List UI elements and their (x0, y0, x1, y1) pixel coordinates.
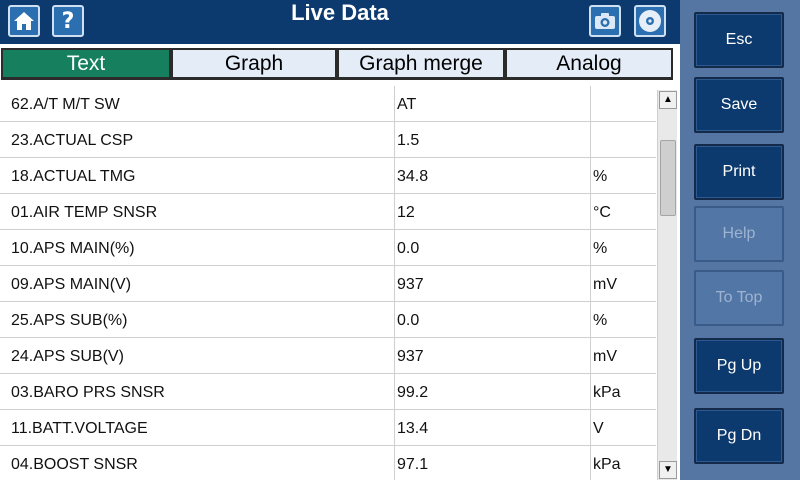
param-value: 937 (394, 338, 590, 374)
param-unit: kPa (590, 446, 656, 480)
param-value: 12 (394, 194, 590, 230)
scroll-down-icon[interactable]: ▼ (659, 461, 677, 479)
tab-analog[interactable]: Analog (505, 48, 673, 80)
table-row[interactable]: 10.APS MAIN(%) 0.0 % (0, 230, 656, 266)
param-value: 97.1 (394, 446, 590, 480)
param-unit (590, 86, 656, 122)
param-value: 937 (394, 266, 590, 302)
page-title: Live Data (291, 0, 389, 25)
scroll-up-icon[interactable]: ▲ (659, 91, 677, 109)
param-unit: °C (590, 194, 656, 230)
scrollbar-thumb[interactable] (660, 140, 676, 216)
table-row[interactable]: 04.BOOST SNSR 97.1 kPa (0, 446, 656, 480)
param-value: 1.5 (394, 122, 590, 158)
param-unit: mV (590, 338, 656, 374)
param-name: 03.BARO PRS SNSR (11, 384, 165, 401)
param-name: 04.BOOST SNSR (11, 456, 138, 473)
side-button-panel: Esc Save Print Help To Top Pg Up Pg Dn (680, 0, 800, 480)
param-unit: kPa (590, 374, 656, 410)
param-value: 0.0 (394, 230, 590, 266)
param-unit (590, 122, 656, 158)
to-top-button[interactable]: To Top (694, 270, 784, 326)
table-row[interactable]: 03.BARO PRS SNSR 99.2 kPa (0, 374, 656, 410)
home-button[interactable] (8, 5, 40, 37)
param-name: 11.BATT.VOLTAGE (11, 420, 148, 437)
vertical-scrollbar[interactable]: ▲ ▼ (657, 90, 677, 480)
param-value: 34.8 (394, 158, 590, 194)
param-name: 25.APS SUB(%) (11, 312, 128, 329)
param-name: 09.APS MAIN(V) (11, 276, 132, 293)
param-name: 24.APS SUB(V) (11, 348, 124, 365)
param-unit: % (590, 158, 656, 194)
camera-button[interactable] (589, 5, 621, 37)
table-row[interactable]: 18.ACTUAL TMG 34.8 % (0, 158, 656, 194)
table-row[interactable]: 23.ACTUAL CSP 1.5 (0, 122, 656, 158)
app-window: ? Live Data Text Graph Graph merge Analo… (0, 0, 800, 480)
tab-graph[interactable]: Graph (171, 48, 337, 80)
disc-button[interactable] (634, 5, 666, 37)
param-value: AT (394, 86, 590, 122)
help-side-button[interactable]: Help (694, 206, 784, 262)
param-value: 0.0 (394, 302, 590, 338)
table-row[interactable]: 01.AIR TEMP SNSR 12 °C (0, 194, 656, 230)
param-value: 13.4 (394, 410, 590, 446)
param-value: 99.2 (394, 374, 590, 410)
disc-icon (639, 10, 661, 32)
esc-button[interactable]: Esc (694, 12, 784, 68)
param-unit: V (590, 410, 656, 446)
live-data-table: 62.A/T M/T SW AT 23.ACTUAL CSP 1.5 18.AC… (0, 86, 680, 480)
table-row[interactable]: 09.APS MAIN(V) 937 mV (0, 266, 656, 302)
param-unit: mV (590, 266, 656, 302)
param-unit: % (590, 230, 656, 266)
table-row[interactable]: 24.APS SUB(V) 937 mV (0, 338, 656, 374)
help-button[interactable]: ? (52, 5, 84, 37)
camera-icon (595, 13, 615, 29)
header-bar: ? Live Data (0, 0, 680, 44)
param-name: 62.A/T M/T SW (11, 96, 120, 113)
tab-text[interactable]: Text (1, 48, 171, 80)
print-button[interactable]: Print (694, 144, 784, 200)
param-name: 10.APS MAIN(%) (11, 240, 135, 257)
tab-graph-merge[interactable]: Graph merge (337, 48, 505, 80)
table-row[interactable]: 11.BATT.VOLTAGE 13.4 V (0, 410, 656, 446)
table-row[interactable]: 25.APS SUB(%) 0.0 % (0, 302, 656, 338)
param-unit: % (590, 302, 656, 338)
help-icon: ? (61, 8, 75, 34)
home-icon (14, 12, 34, 30)
page-down-button[interactable]: Pg Dn (694, 408, 784, 464)
page-up-button[interactable]: Pg Up (694, 338, 784, 394)
table-row[interactable]: 62.A/T M/T SW AT (0, 86, 656, 122)
save-button[interactable]: Save (694, 77, 784, 133)
param-name: 18.ACTUAL TMG (11, 168, 136, 185)
tab-bar: Text Graph Graph merge Analog (0, 44, 680, 86)
param-name: 23.ACTUAL CSP (11, 132, 134, 149)
param-name: 01.AIR TEMP SNSR (11, 204, 158, 221)
